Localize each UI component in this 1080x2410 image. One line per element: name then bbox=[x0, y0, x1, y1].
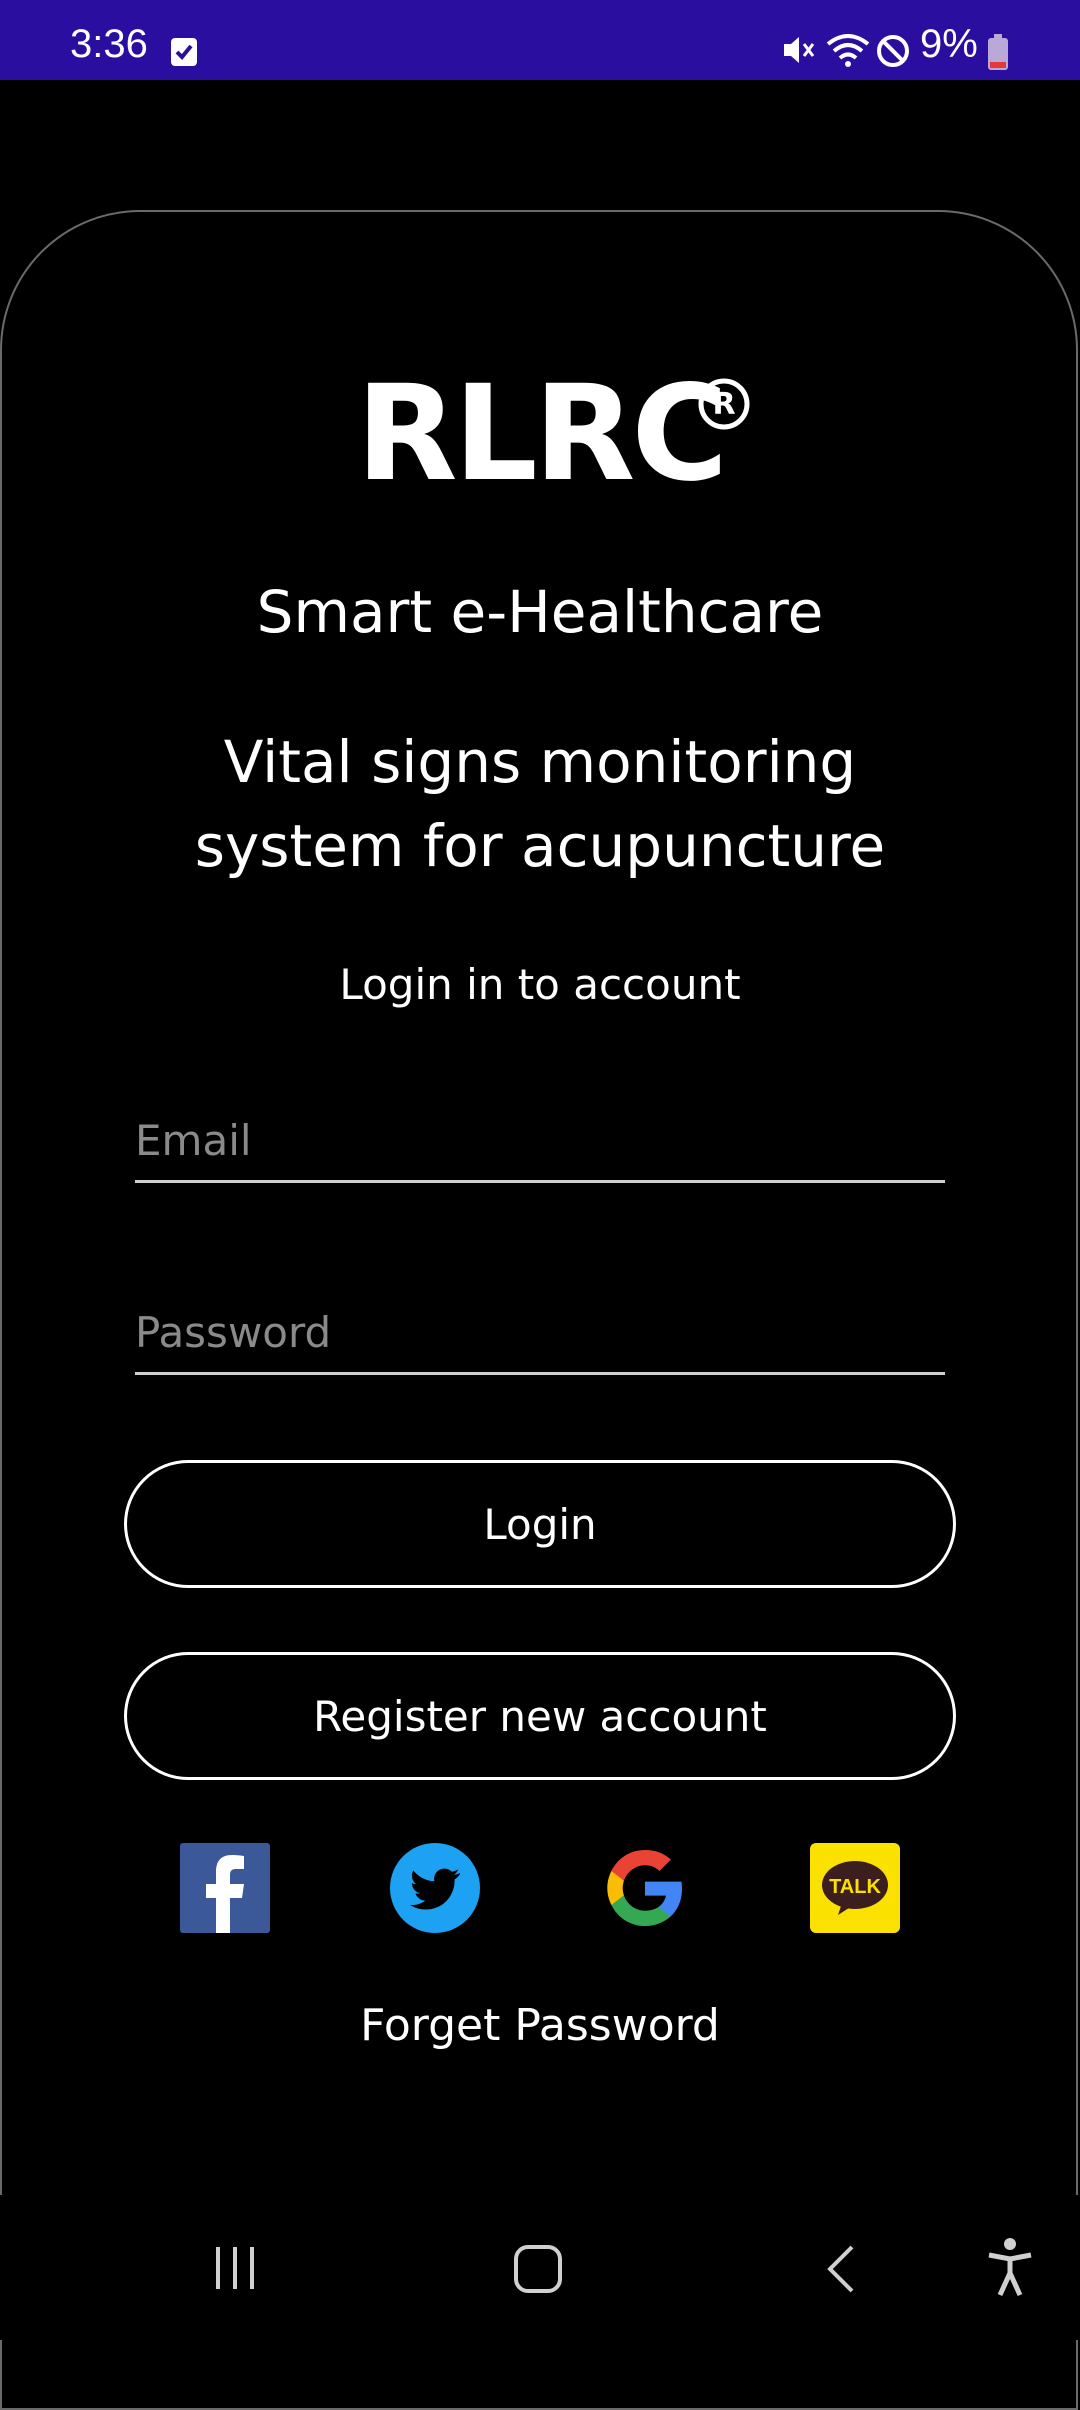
tagline-line-1: Vital signs monitoring bbox=[223, 728, 857, 796]
battery-percent: 9% bbox=[920, 22, 978, 66]
system-nav-bar bbox=[0, 2195, 1080, 2340]
tagline-line-2: system for acupuncture bbox=[194, 812, 886, 880]
kakao-label: TALK bbox=[829, 1876, 881, 1898]
mute-icon bbox=[784, 37, 815, 63]
email-field-container bbox=[135, 1100, 945, 1183]
kakaotalk-icon[interactable]: TALK bbox=[810, 1843, 900, 1933]
do-not-disturb-icon bbox=[877, 35, 909, 67]
login-button[interactable]: Login bbox=[124, 1460, 956, 1588]
register-button[interactable]: Register new account bbox=[124, 1652, 956, 1780]
status-bar: 3:36 9% bbox=[0, 0, 1080, 80]
status-time: 3:36 bbox=[70, 22, 148, 66]
registered-mark-icon: R bbox=[698, 378, 750, 430]
battery-icon bbox=[988, 34, 1008, 70]
home-icon[interactable] bbox=[512, 2243, 564, 2295]
login-prompt: Login in to account bbox=[339, 960, 741, 1009]
app-subtitle: Smart e-Healthcare bbox=[256, 578, 824, 646]
app-tagline: Vital signs monitoring system for acupun… bbox=[0, 720, 1080, 888]
password-field-container bbox=[135, 1292, 945, 1375]
password-field[interactable] bbox=[135, 1292, 945, 1372]
checkbox-notification-icon bbox=[171, 38, 197, 66]
email-field[interactable] bbox=[135, 1100, 945, 1180]
forget-password-link[interactable]: Forget Password bbox=[0, 2000, 1080, 2051]
facebook-icon[interactable] bbox=[180, 1843, 270, 1933]
back-icon[interactable] bbox=[822, 2243, 862, 2295]
accessibility-icon[interactable] bbox=[985, 2237, 1035, 2297]
svg-text:R: R bbox=[712, 387, 735, 422]
twitter-icon[interactable] bbox=[390, 1843, 480, 1933]
app-logo: RLRC R bbox=[356, 368, 750, 500]
google-icon[interactable] bbox=[600, 1843, 690, 1933]
wifi-icon bbox=[826, 34, 870, 67]
logo-text: RLRC bbox=[356, 357, 728, 511]
recent-apps-icon[interactable] bbox=[210, 2243, 260, 2293]
